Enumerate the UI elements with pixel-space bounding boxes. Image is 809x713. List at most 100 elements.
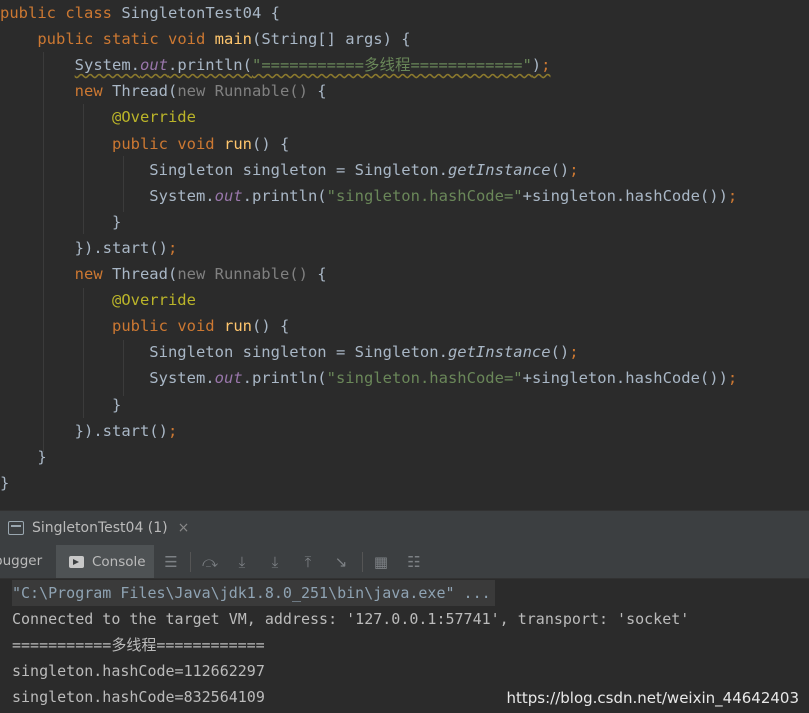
code-token: }).start()	[0, 238, 168, 257]
code-token: +singleton.hashCode())	[522, 186, 728, 205]
console-line: singleton.hashCode=112662297	[12, 662, 265, 680]
code-token: main	[214, 30, 252, 49]
code-token: }	[0, 447, 47, 466]
code-token: ()	[550, 343, 570, 362]
console-line-command: "C:\Program Files\Java\jdk1.8.0_251\bin\…	[12, 580, 495, 606]
code-token: new	[177, 82, 215, 101]
code-token: new	[177, 265, 215, 283]
code-token: System.	[74, 56, 140, 75]
settings-sliders-icon[interactable]: ☷	[405, 553, 423, 571]
table-icon[interactable]: ▦	[372, 553, 390, 571]
code-line: System.out.println("===========多线程======…	[0, 52, 551, 78]
tab-console-label: Console	[92, 553, 146, 570]
list-icon[interactable]: ☰	[162, 553, 180, 571]
code-token: +singleton.hashCode())	[522, 369, 728, 388]
code-line: }	[0, 209, 121, 235]
code-token: "singleton.hashCode="	[326, 186, 523, 205]
code-token: }).start()	[0, 421, 168, 440]
code-token: @Override	[0, 291, 196, 310]
console-icon	[69, 555, 84, 568]
step-over-icon[interactable]: ⤼	[201, 553, 219, 571]
code-token: ;	[727, 186, 738, 205]
code-token: Runnable()	[214, 265, 318, 283]
code-token: run	[223, 134, 252, 153]
close-tab-icon[interactable]: ×	[178, 520, 190, 536]
code-editor[interactable]: public class SingletonTest04 { public st…	[0, 0, 809, 510]
code-token: out	[214, 369, 243, 388]
code-token: void	[177, 134, 224, 153]
console-line: ===========多线程============	[12, 636, 265, 654]
code-token: }	[0, 473, 10, 492]
run-config-tab-label: SingletonTest04 (1)	[32, 520, 168, 536]
code-token: () {	[251, 134, 290, 153]
code-token: Thread(	[111, 265, 178, 283]
console-line: Connected to the target VM, address: '12…	[12, 610, 690, 628]
code-line: Singleton singleton = Singleton.getInsta…	[0, 339, 579, 365]
code-token: class	[65, 4, 122, 22]
code-token: () {	[251, 317, 290, 336]
code-line: }	[0, 444, 47, 470]
step-into-icon[interactable]: ⤓	[233, 553, 251, 571]
code-line: public static void main(String[] args) {	[0, 26, 410, 52]
code-token: {	[317, 82, 327, 101]
code-line: @Override	[0, 104, 196, 130]
tab-debugger[interactable]: bugger	[0, 545, 42, 578]
code-line: new Thread(new Runnable() {	[0, 261, 327, 287]
code-token: getInstance	[447, 160, 551, 179]
tab-console[interactable]: Console	[56, 545, 154, 578]
code-token: ;	[569, 160, 579, 179]
code-token: public	[0, 134, 178, 153]
code-token: public	[0, 30, 103, 49]
code-token: out	[214, 186, 243, 205]
code-token: )	[531, 56, 542, 75]
code-line: }).start();	[0, 235, 178, 261]
code-token: "singleton.hashCode="	[326, 369, 523, 388]
code-token: public	[0, 317, 178, 336]
console-line: singleton.hashCode=832564109	[12, 688, 265, 706]
code-token: getInstance	[447, 343, 551, 362]
console-output[interactable]: "C:\Program Files\Java\jdk1.8.0_251\bin\…	[0, 579, 809, 713]
code-line: }	[0, 470, 9, 496]
code-token: SingletonTest04 {	[121, 4, 280, 22]
code-line: public class SingletonTest04 {	[0, 0, 280, 26]
code-line: System.out.println("singleton.hashCode="…	[0, 365, 737, 391]
code-token: System.	[0, 186, 215, 205]
run-window-icon	[8, 521, 24, 535]
code-token: void	[177, 317, 224, 336]
code-token: Singleton singleton = Singleton.	[0, 343, 448, 362]
run-to-cursor-icon[interactable]: ↘	[332, 553, 350, 571]
code-token: }	[0, 212, 122, 231]
code-token: run	[223, 317, 252, 336]
code-token: ;	[569, 343, 579, 362]
run-config-tab[interactable]: SingletonTest04 (1) ×	[0, 511, 197, 545]
watermark: https://blog.csdn.net/weixin_44642403	[506, 689, 799, 707]
code-token: ;	[167, 421, 178, 440]
toolbar-divider	[190, 552, 191, 572]
code-token: ()	[550, 160, 570, 179]
code-line: public void run() {	[0, 131, 289, 157]
force-step-into-icon[interactable]: ⤓	[266, 553, 284, 571]
step-out-icon[interactable]: ⤒	[299, 553, 317, 571]
run-tool-window-header: SingletonTest04 (1) ×	[0, 510, 809, 545]
code-token: public	[0, 4, 66, 22]
code-line: Singleton singleton = Singleton.getInsta…	[0, 157, 579, 183]
code-token: ;	[727, 369, 738, 388]
code-token: ;	[167, 238, 178, 257]
code-token: System.	[0, 369, 215, 388]
code-token: new	[0, 265, 112, 283]
toolbar-divider	[362, 552, 363, 572]
code-token: Runnable()	[214, 82, 318, 101]
code-token: @Override	[0, 108, 196, 127]
code-token: {	[317, 265, 327, 283]
code-token: ;	[541, 56, 551, 75]
code-line: System.out.println("singleton.hashCode="…	[0, 183, 737, 209]
code-token: new	[0, 82, 112, 101]
code-line: }	[0, 392, 121, 418]
code-token: static	[102, 30, 168, 49]
code-line: public void run() {	[0, 313, 289, 339]
code-token: }	[0, 395, 122, 414]
code-token: .println(	[242, 369, 327, 388]
code-token: Thread(	[111, 82, 178, 101]
code-token: "===========多线程============"	[251, 56, 532, 75]
